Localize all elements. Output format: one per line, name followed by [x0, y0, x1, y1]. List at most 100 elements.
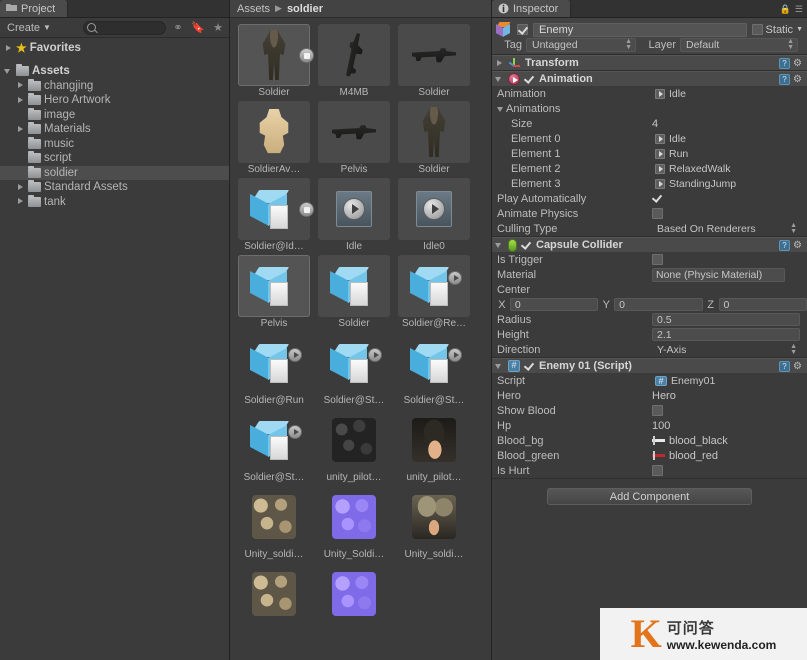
tree-item-image[interactable]: image: [0, 107, 229, 123]
asset-thumbnail[interactable]: [318, 178, 390, 240]
asset-item[interactable]: [394, 563, 474, 626]
axis-input-z[interactable]: 0: [718, 298, 807, 311]
property-value[interactable]: Enemy01: [652, 374, 715, 388]
property-value[interactable]: 100: [652, 420, 670, 432]
gear-icon[interactable]: ⚙: [793, 58, 804, 69]
property-value[interactable]: RelaxedWalk: [652, 162, 730, 176]
tree-disclosure-icon[interactable]: [4, 67, 13, 76]
help-icon[interactable]: ?: [779, 57, 790, 69]
asset-thumbnail[interactable]: [318, 332, 390, 394]
asset-thumbnail[interactable]: [398, 409, 470, 471]
help-icon[interactable]: ?: [779, 360, 790, 372]
property-text-value[interactable]: 100: [652, 420, 670, 432]
property-value[interactable]: Run: [652, 147, 688, 161]
chevron-right-icon[interactable]: [4, 44, 13, 53]
component-enabled-checkbox[interactable]: [524, 74, 535, 85]
asset-thumbnail[interactable]: [238, 332, 310, 394]
property-checkbox[interactable]: [652, 193, 663, 204]
tree-item-changjing[interactable]: changjing: [0, 78, 229, 94]
gear-icon[interactable]: ⚙: [793, 361, 804, 372]
asset-thumbnail[interactable]: [238, 409, 310, 471]
create-button[interactable]: Create ▼: [3, 21, 57, 35]
asset-item[interactable]: unity_pilot…: [314, 409, 394, 483]
asset-item[interactable]: Soldier: [314, 255, 394, 329]
asset-thumbnail[interactable]: [238, 563, 310, 625]
component-header[interactable]: Transform? ⚙: [492, 55, 807, 70]
layer-dropdown[interactable]: Default ▲ ▼: [680, 38, 798, 52]
property-value[interactable]: Hero: [652, 390, 807, 402]
asset-grid[interactable]: Soldier M4MB Soldier SoldierAv… Pelvis Soldie…: [230, 18, 491, 660]
property-value[interactable]: Idle: [652, 87, 686, 101]
tree-item-soldier[interactable]: soldier: [0, 165, 229, 180]
property-checkbox[interactable]: [652, 208, 663, 219]
enum-dropdown[interactable]: Based On Renderers ▲ ▼: [652, 222, 800, 236]
asset-thumbnail[interactable]: [398, 563, 470, 625]
asset-item[interactable]: Soldier: [394, 24, 474, 98]
property-foldout-icon[interactable]: [497, 104, 506, 113]
asset-thumbnail[interactable]: [238, 255, 310, 317]
asset-thumbnail[interactable]: [318, 486, 390, 548]
play-badge-icon[interactable]: [288, 425, 302, 439]
property-checkbox[interactable]: [652, 405, 663, 416]
asset-item[interactable]: Idle: [314, 178, 394, 252]
play-badge-icon[interactable]: [448, 348, 462, 362]
asset-item[interactable]: Soldier@Id…: [234, 178, 314, 252]
axis-input-y[interactable]: 0: [614, 298, 703, 311]
tree-disclosure-icon[interactable]: [16, 183, 25, 192]
chevron-down-icon[interactable]: ▼: [796, 26, 803, 33]
tree-item-assets[interactable]: Assets: [0, 64, 229, 79]
asset-thumbnail[interactable]: [238, 178, 314, 240]
property-value[interactable]: blood_black: [652, 435, 728, 447]
asset-item[interactable]: Pelvis: [234, 255, 314, 329]
static-toggle[interactable]: Static ▼: [751, 24, 803, 36]
tree-item-standard-assets[interactable]: Standard Assets: [0, 180, 229, 195]
property-value[interactable]: [652, 193, 663, 204]
asset-item[interactable]: Soldier: [234, 24, 314, 98]
property-value[interactable]: [652, 405, 663, 416]
component-header[interactable]: Enemy 01 (Script)?⚙: [492, 358, 807, 373]
object-field[interactable]: Run: [652, 147, 688, 161]
asset-thumbnail[interactable]: [238, 486, 310, 548]
tab-project[interactable]: Project: [0, 0, 69, 17]
asset-item[interactable]: [234, 563, 314, 626]
script-field[interactable]: Enemy01: [652, 374, 715, 388]
property-value[interactable]: StandingJump: [652, 177, 736, 191]
number-input[interactable]: 0.5: [652, 313, 800, 326]
asset-thumbnail[interactable]: [318, 24, 390, 86]
enum-dropdown[interactable]: Y-Axis ▲ ▼: [652, 343, 800, 357]
tree-disclosure-icon[interactable]: [16, 125, 25, 134]
asset-thumbnail[interactable]: [238, 24, 314, 86]
gear-icon[interactable]: ⚙: [793, 240, 804, 251]
component-foldout-icon[interactable]: [495, 362, 504, 371]
property-checkbox[interactable]: [652, 465, 663, 476]
asset-item[interactable]: Unity_soldi…: [394, 486, 474, 560]
tree-disclosure-icon[interactable]: [16, 96, 25, 105]
favorite-star-icon[interactable]: ★: [210, 21, 226, 35]
asset-thumbnail[interactable]: [398, 486, 470, 548]
asset-item[interactable]: Soldier@St…: [394, 332, 474, 406]
filter-by-type-icon[interactable]: ⚭: [170, 21, 186, 35]
play-badge-icon[interactable]: [288, 348, 302, 362]
search-input[interactable]: [82, 20, 166, 35]
asset-item[interactable]: Soldier@St…: [234, 409, 314, 483]
play-badge-icon[interactable]: [368, 348, 382, 362]
filter-by-label-icon[interactable]: 🔖: [190, 21, 206, 35]
property-value[interactable]: 2.1: [652, 328, 800, 341]
object-field[interactable]: None (Physic Material): [652, 267, 785, 282]
property-checkbox[interactable]: [652, 254, 663, 265]
component-header[interactable]: Capsule Collider? ⚙: [492, 237, 807, 252]
property-value[interactable]: Y-Axis ▲ ▼: [652, 343, 800, 357]
asset-thumbnail[interactable]: [318, 409, 390, 471]
object-field[interactable]: StandingJump: [652, 177, 736, 191]
number-input[interactable]: 2.1: [652, 328, 800, 341]
axis-input-x[interactable]: 0: [509, 298, 599, 311]
add-component-button[interactable]: Add Component: [547, 488, 752, 505]
component-enabled-checkbox[interactable]: [524, 361, 535, 372]
asset-thumbnail[interactable]: [398, 101, 470, 163]
asset-item[interactable]: [314, 563, 394, 626]
asset-item[interactable]: Soldier@St…: [314, 332, 394, 406]
property-value[interactable]: [652, 254, 663, 265]
help-icon[interactable]: ?: [779, 239, 790, 251]
asset-item[interactable]: M4MB: [314, 24, 394, 98]
asset-thumbnail[interactable]: [398, 178, 470, 240]
